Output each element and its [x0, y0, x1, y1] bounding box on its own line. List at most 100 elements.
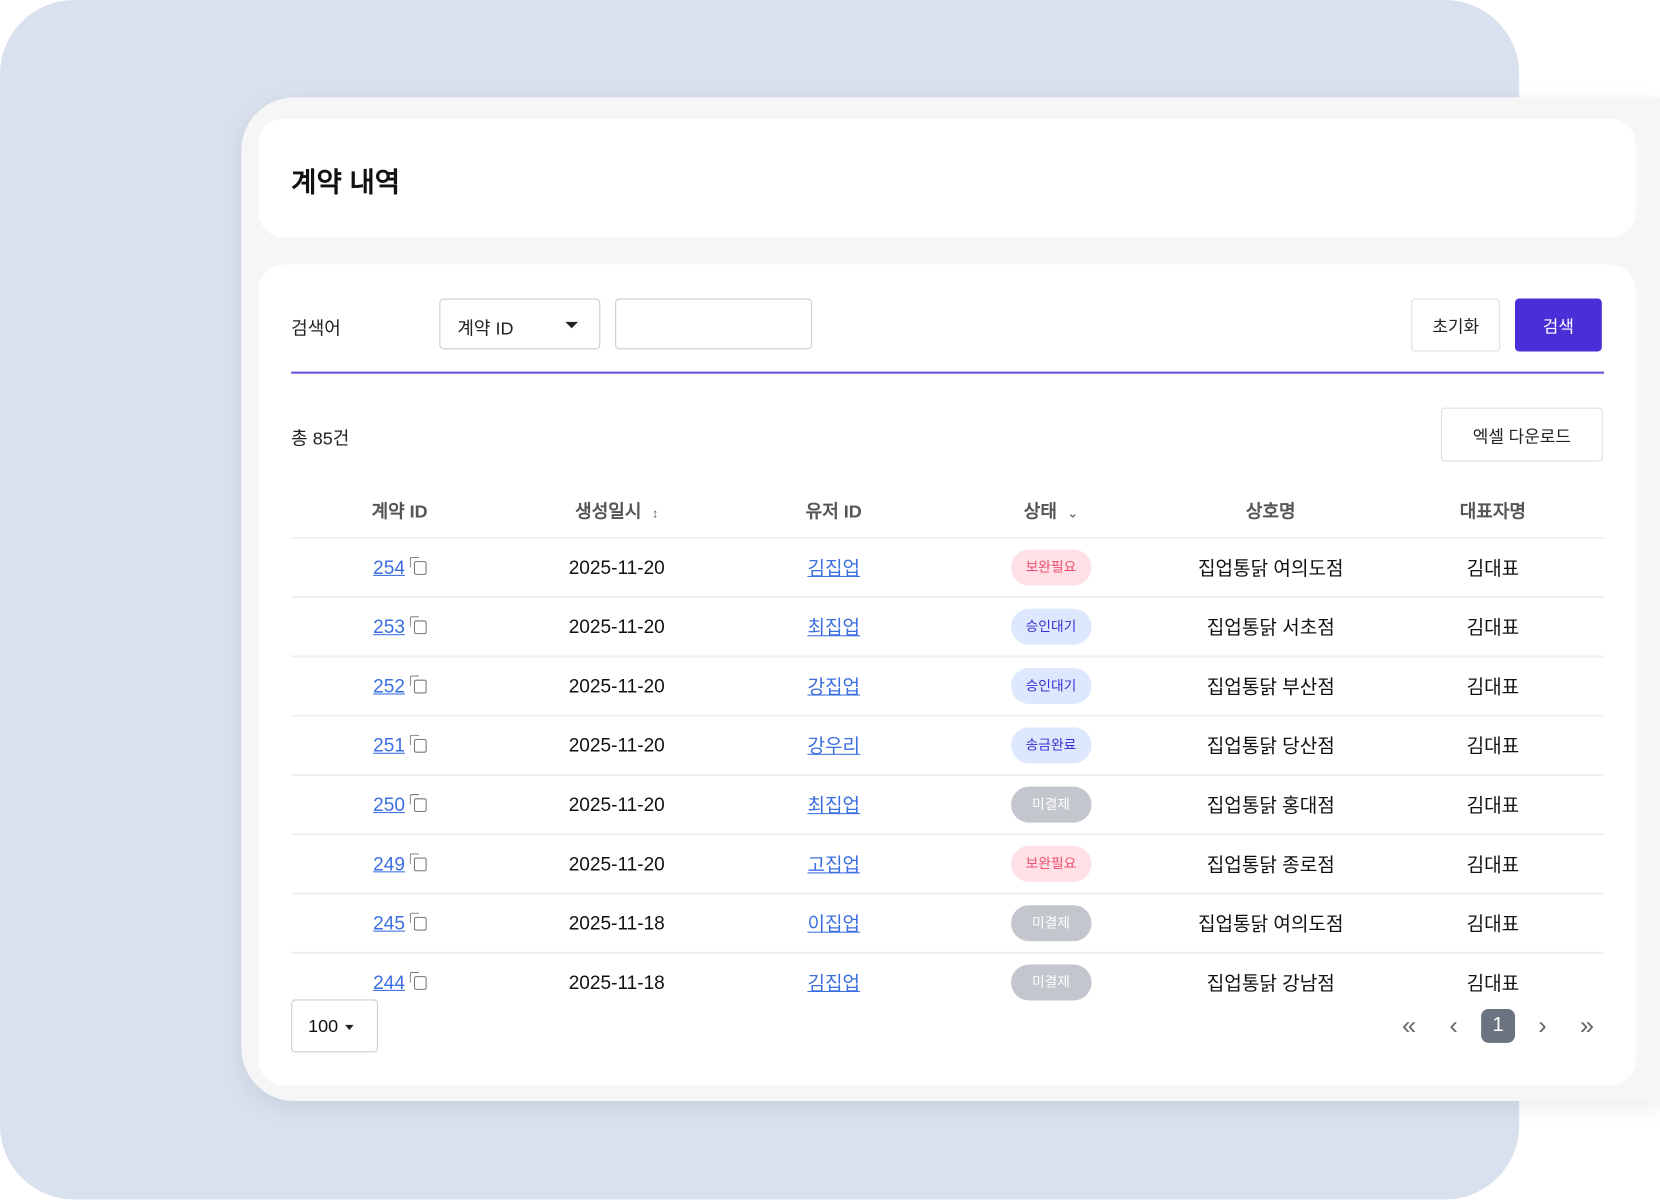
- copy-icon[interactable]: [409, 674, 427, 693]
- representative-name: 김대표: [1381, 834, 1604, 895]
- status-cell: 보완필요: [942, 537, 1160, 599]
- column-header-label: 계약 ID: [371, 501, 428, 522]
- column-header-label: 상호명: [1245, 501, 1296, 522]
- chevron-down-icon[interactable]: ⌄: [1067, 506, 1078, 521]
- caret-down-icon: [345, 1024, 354, 1031]
- copy-icon[interactable]: [409, 734, 427, 753]
- user-id-link[interactable]: 김집업: [807, 558, 860, 579]
- table-row: 252 2025-11-20 강집업 승인대기 집업통닭 부산점 김대표: [291, 656, 1604, 717]
- user-id-link[interactable]: 이집업: [807, 914, 860, 935]
- table-row: 254 2025-11-20 김집업 보완필요 집업통닭 여의도점 김대표: [291, 537, 1604, 599]
- store-name: 집업통닭 여의도점: [1159, 537, 1382, 599]
- contract-id-cell: 249: [291, 834, 509, 895]
- caret-down-icon: [565, 321, 579, 329]
- page-size-select[interactable]: 100: [291, 999, 378, 1053]
- created-date: 2025-11-20: [508, 834, 726, 895]
- created-date: 2025-11-20: [508, 656, 726, 717]
- created-date: 2025-11-18: [508, 893, 726, 954]
- status-badge: 미결제: [1010, 964, 1092, 1001]
- created-date: 2025-11-20: [508, 715, 726, 777]
- divider: [291, 371, 1604, 374]
- user-id-link[interactable]: 김집업: [807, 973, 860, 994]
- user-id-link[interactable]: 강우리: [807, 736, 860, 757]
- search-button[interactable]: 검색: [1514, 298, 1602, 352]
- status-cell: 보완필요: [942, 834, 1160, 895]
- current-page[interactable]: 1: [1481, 1008, 1515, 1043]
- table-row: 253 2025-11-20 최집업 승인대기 집업통닭 서초점 김대표: [291, 597, 1604, 658]
- contract-id-link[interactable]: 251: [373, 734, 405, 755]
- user-id-link[interactable]: 최집업: [807, 795, 860, 816]
- contract-id-cell: 250: [291, 774, 509, 836]
- contract-id-link[interactable]: 244: [373, 971, 405, 992]
- contract-id-link[interactable]: 249: [373, 853, 405, 874]
- contract-id-link[interactable]: 253: [373, 616, 405, 637]
- search-field-value: 계약 ID: [457, 318, 514, 339]
- store-name: 집업통닭 부산점: [1159, 656, 1382, 717]
- status-cell: 송금완료: [942, 715, 1160, 777]
- contract-id-link[interactable]: 245: [373, 912, 405, 933]
- copy-icon[interactable]: [409, 793, 427, 812]
- search-input[interactable]: [615, 298, 813, 350]
- contracts-table: 계약 ID 생성일시 ↕ 유저 ID 상태 ⌄ 상호명 대표자명 254 2025-11-20 김…: [291, 481, 1604, 1011]
- store-name: 집업통닭 서초점: [1159, 597, 1382, 658]
- copy-icon[interactable]: [409, 852, 427, 871]
- prev-page-icon[interactable]: ‹: [1437, 1009, 1471, 1043]
- total-count: 총 85건: [291, 428, 350, 449]
- pagination: « ‹ 1 › »: [1392, 1008, 1604, 1043]
- representative-name: 김대표: [1381, 774, 1604, 836]
- header-card: 계약 내역: [258, 118, 1636, 238]
- next-page-icon[interactable]: ›: [1526, 1009, 1560, 1043]
- column-header-label: 유저 ID: [805, 501, 862, 522]
- copy-icon[interactable]: [409, 912, 427, 931]
- created-date: 2025-11-20: [508, 537, 726, 599]
- user-id-cell: 고집업: [725, 834, 943, 895]
- representative-name: 김대표: [1381, 893, 1604, 954]
- representative-name: 김대표: [1381, 537, 1604, 599]
- column-header-label: 생성일시: [575, 501, 642, 522]
- user-id-cell: 최집업: [725, 597, 943, 658]
- contract-id-link[interactable]: 250: [373, 793, 405, 814]
- sort-icon[interactable]: ↕: [652, 506, 658, 521]
- first-page-icon[interactable]: «: [1392, 1009, 1426, 1043]
- status-cell: 미결제: [942, 774, 1160, 836]
- user-id-link[interactable]: 최집업: [807, 617, 860, 638]
- status-cell: 승인대기: [942, 597, 1160, 658]
- status-cell: 미결제: [942, 953, 1160, 1011]
- representative-name: 김대표: [1381, 656, 1604, 717]
- column-header: 유저 ID: [725, 481, 943, 539]
- contract-id-cell: 245: [291, 893, 509, 954]
- column-header[interactable]: 상태 ⌄: [942, 481, 1160, 539]
- search-field-select[interactable]: 계약 ID: [439, 298, 601, 350]
- contract-id-link[interactable]: 254: [373, 556, 405, 577]
- contract-id-link[interactable]: 252: [373, 675, 405, 696]
- table-row: 245 2025-11-18 이집업 미결제 집업통닭 여의도점 김대표: [291, 893, 1604, 954]
- copy-icon[interactable]: [409, 615, 427, 634]
- copy-icon[interactable]: [409, 971, 427, 990]
- store-name: 집업통닭 강남점: [1206, 972, 1335, 995]
- table-row: 244 2025-11-18 김집업 미결제 집업통닭 강남점 김대표: [291, 953, 1604, 1011]
- created-date: 2025-11-20: [508, 597, 726, 658]
- store-name: 집업통닭 홍대점: [1159, 774, 1382, 836]
- representative-name: 김대표: [1381, 715, 1604, 777]
- copy-icon[interactable]: [409, 556, 427, 575]
- user-id-link[interactable]: 강집업: [807, 677, 860, 698]
- created-date: 2025-11-18: [568, 971, 665, 993]
- content-card: 검색어 계약 ID 초기화 검색 총 85건 엑셀 다운로드 계약 ID 생성일시…: [258, 264, 1636, 1086]
- representative-name: 김대표: [1466, 972, 1520, 995]
- user-id-cell: 강집업: [725, 656, 943, 717]
- user-id-link[interactable]: 고집업: [807, 854, 860, 875]
- search-label: 검색어: [291, 318, 341, 339]
- store-name: 집업통닭 종로점: [1159, 834, 1382, 895]
- column-header: 계약 ID: [291, 481, 509, 539]
- table-row: 250 2025-11-20 최집업 미결제 집업통닭 홍대점 김대표: [291, 774, 1604, 836]
- table-row: 249 2025-11-20 고집업 보완필요 집업통닭 종로점 김대표: [291, 834, 1604, 895]
- excel-download-button[interactable]: 엑셀 다운로드: [1440, 407, 1603, 462]
- status-badge: 보완필요: [1010, 845, 1092, 882]
- status-cell: 승인대기: [942, 656, 1160, 717]
- page-size-value: 100: [308, 1016, 339, 1037]
- column-header[interactable]: 생성일시 ↕: [508, 481, 726, 539]
- reset-button[interactable]: 초기화: [1411, 298, 1501, 352]
- contract-id-cell: 251: [291, 715, 509, 777]
- status-badge: 승인대기: [1010, 668, 1092, 705]
- last-page-icon[interactable]: »: [1570, 1009, 1604, 1043]
